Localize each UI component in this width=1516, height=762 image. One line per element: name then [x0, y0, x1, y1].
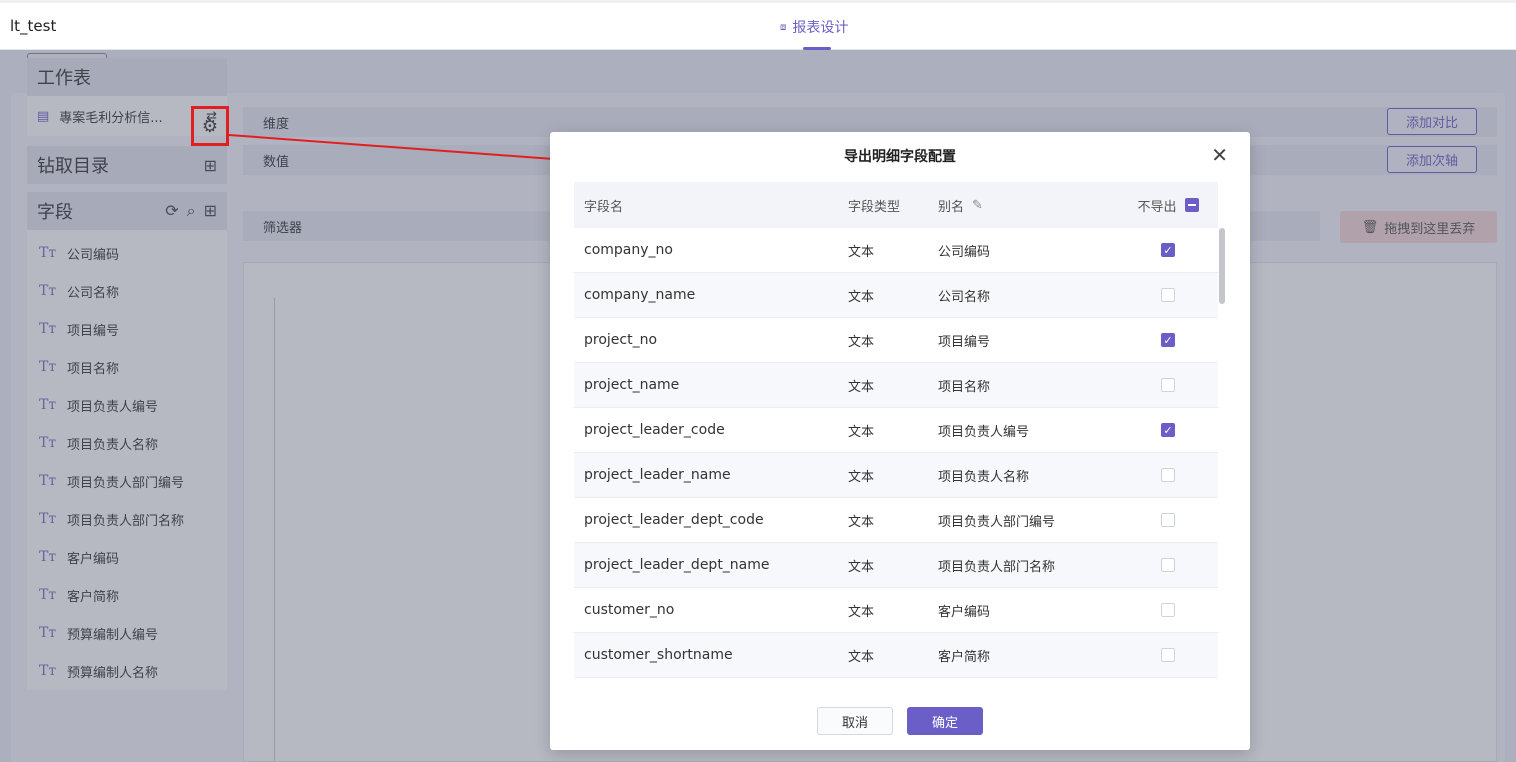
- table-row: company_name 文本 公司名称: [574, 273, 1218, 318]
- cell-alias[interactable]: 客户编码: [938, 601, 1118, 620]
- table-scrollbar[interactable]: [1218, 228, 1226, 678]
- dialog-title: 导出明细字段配置: [844, 149, 956, 165]
- no-export-checkbox[interactable]: [1161, 603, 1175, 617]
- table-row: project_name 文本 项目名称: [574, 363, 1218, 408]
- table-row: customer_no 文本 客户编码: [574, 588, 1218, 633]
- cell-field-name: project_name: [584, 377, 680, 393]
- cell-no-export: [1118, 558, 1218, 572]
- top-bar: lt_test ⧈ 报表设计: [0, 0, 1516, 50]
- cell-field-name: project_leader_dept_name: [584, 557, 770, 573]
- settings-highlight: ⚙: [191, 106, 229, 146]
- cell-no-export: [1118, 288, 1218, 302]
- cell-field-type: 文本: [848, 379, 875, 395]
- cell-alias[interactable]: 公司名称: [938, 286, 1118, 305]
- no-export-checkbox[interactable]: [1161, 288, 1175, 302]
- app-title: lt_test: [10, 17, 57, 35]
- confirm-button[interactable]: 确定: [907, 707, 983, 735]
- cell-field-name: customer_no: [584, 602, 675, 618]
- header-field-type: 字段类型: [848, 199, 901, 215]
- header-alias-label: 别名: [938, 199, 965, 215]
- cell-field-type: 文本: [848, 424, 875, 440]
- tab-label: 报表设计: [792, 20, 849, 36]
- cell-no-export: ✓: [1118, 333, 1218, 347]
- table-row: project_leader_dept_code 文本 项目负责人部门编号: [574, 498, 1218, 543]
- header-no-export-label: 不导出: [1137, 199, 1177, 215]
- no-export-checkbox[interactable]: ✓: [1161, 423, 1175, 437]
- table-row: project_no 文本 项目编号 ✓: [574, 318, 1218, 363]
- table-row: company_no 文本 公司编码 ✓: [574, 228, 1218, 273]
- cell-field-name: project_leader_dept_code: [584, 512, 764, 528]
- cell-field-type: 文本: [848, 334, 875, 350]
- cell-field-type: 文本: [848, 469, 875, 485]
- close-icon[interactable]: ✕: [1211, 144, 1228, 166]
- cell-field-type: 文本: [848, 559, 875, 575]
- cell-no-export: [1118, 468, 1218, 482]
- cell-field-name: customer_shortname: [584, 647, 733, 663]
- scrollbar-thumb[interactable]: [1219, 228, 1225, 304]
- gear-icon[interactable]: ⚙: [202, 116, 218, 137]
- no-export-checkbox[interactable]: [1161, 378, 1175, 392]
- header-alias: 别名 ✎: [938, 196, 1118, 215]
- cell-alias[interactable]: 公司编码: [938, 241, 1118, 260]
- tab-report-design[interactable]: ⧈ 报表设计: [780, 17, 848, 37]
- header-field-name: 字段名: [584, 199, 624, 215]
- cell-field-name: company_name: [584, 287, 696, 303]
- cell-field-type: 文本: [848, 244, 875, 260]
- table-row: project_leader_name 文本 项目负责人名称: [574, 453, 1218, 498]
- cell-field-name: project_no: [584, 332, 658, 348]
- cell-no-export: [1118, 648, 1218, 662]
- edit-icon[interactable]: ✎: [972, 198, 983, 213]
- cell-no-export: ✓: [1118, 243, 1218, 257]
- header-no-export: 不导出: [1118, 196, 1218, 215]
- no-export-checkbox[interactable]: ✓: [1161, 333, 1175, 347]
- cell-field-name: project_leader_code: [584, 422, 725, 438]
- no-export-checkbox[interactable]: [1161, 468, 1175, 482]
- cell-field-type: 文本: [848, 649, 875, 665]
- cell-alias[interactable]: 项目负责人部门编号: [938, 511, 1118, 530]
- cell-no-export: [1118, 378, 1218, 392]
- cell-no-export: [1118, 603, 1218, 617]
- cell-field-type: 文本: [848, 604, 875, 620]
- no-export-checkbox[interactable]: [1161, 558, 1175, 572]
- cell-alias[interactable]: 项目负责人名称: [938, 466, 1118, 485]
- no-export-checkbox[interactable]: [1161, 513, 1175, 527]
- export-field-config-dialog: 导出明细字段配置 ✕ 字段名 字段类型 别名 ✎ 不导出 company_no 文…: [550, 132, 1250, 750]
- table-row: project_leader_code 文本 项目负责人编号 ✓: [574, 408, 1218, 453]
- cell-alias[interactable]: 客户简称: [938, 646, 1118, 665]
- table-row: customer_shortname 文本 客户简称: [574, 633, 1218, 678]
- cell-field-name: company_no: [584, 242, 673, 258]
- cell-alias[interactable]: 项目负责人编号: [938, 421, 1118, 440]
- no-export-checkbox[interactable]: [1161, 648, 1175, 662]
- cell-alias[interactable]: 项目名称: [938, 376, 1118, 395]
- cell-alias[interactable]: 项目编号: [938, 331, 1118, 350]
- cell-field-type: 文本: [848, 289, 875, 305]
- cell-alias[interactable]: 项目负责人部门名称: [938, 556, 1118, 575]
- select-all-checkbox[interactable]: [1184, 198, 1199, 212]
- cancel-button[interactable]: 取消: [817, 707, 893, 735]
- cell-no-export: ✓: [1118, 423, 1218, 437]
- field-table: 字段名 字段类型 别名 ✎ 不导出 company_no 文本 公司编码 ✓ compa…: [574, 182, 1218, 678]
- no-export-checkbox[interactable]: ✓: [1161, 243, 1175, 257]
- cell-no-export: [1118, 513, 1218, 527]
- cell-field-type: 文本: [848, 514, 875, 530]
- table-row: project_leader_dept_name 文本 项目负责人部门名称: [574, 543, 1218, 588]
- cell-field-name: project_leader_name: [584, 467, 731, 483]
- table-header: 字段名 字段类型 别名 ✎ 不导出: [574, 182, 1218, 228]
- cube-icon: ⧈: [780, 21, 787, 33]
- table-body: company_no 文本 公司编码 ✓ company_name 文本 公司名称 proje…: [574, 228, 1218, 678]
